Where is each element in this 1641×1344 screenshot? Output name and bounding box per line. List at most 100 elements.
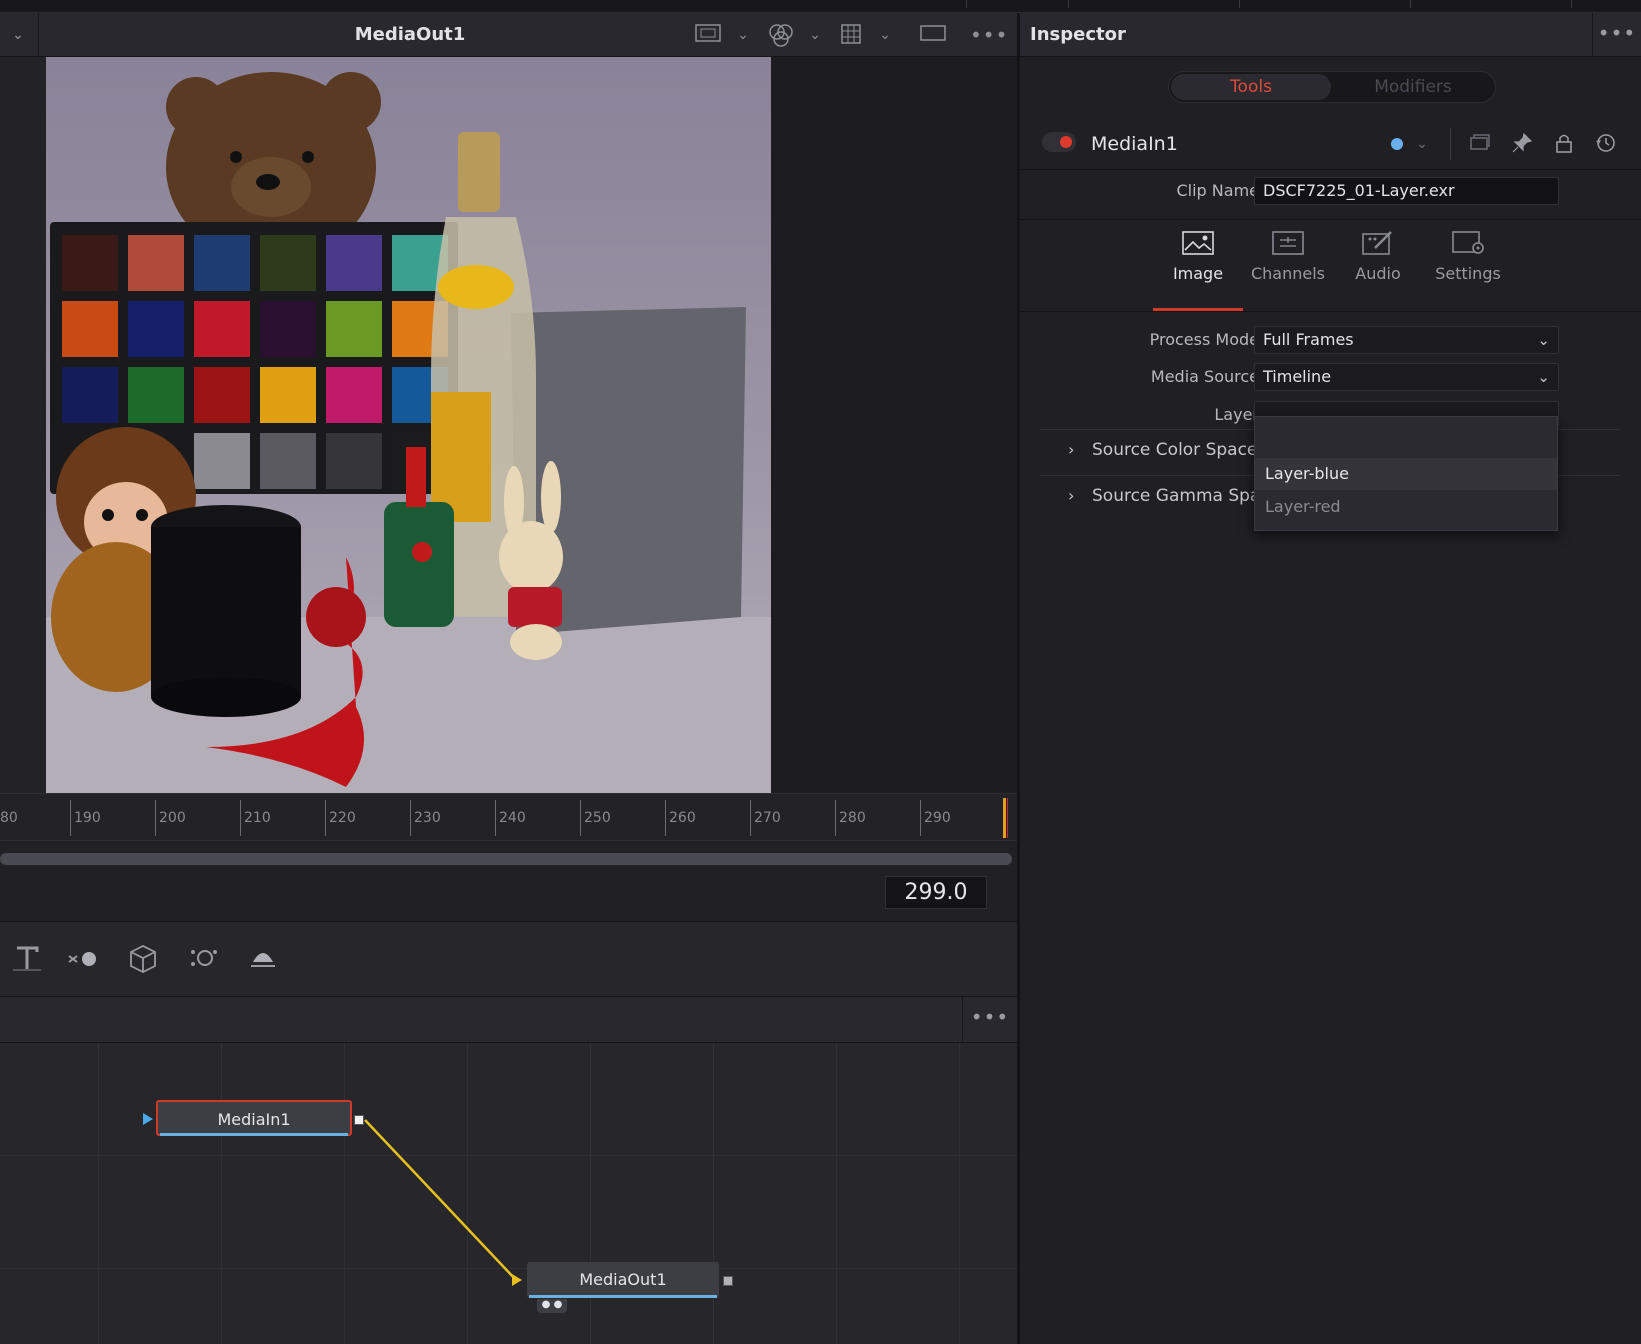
tools-modifiers-switch: Tools Modifiers <box>1168 71 1496 103</box>
top-strip <box>0 0 1641 13</box>
node-view-indicator[interactable]: ● ● <box>537 1299 567 1313</box>
chevron-down-icon: ⌄ <box>1537 368 1550 386</box>
node-output-port[interactable] <box>354 1115 364 1125</box>
media-source-label: Media Source <box>1150 367 1259 386</box>
lock-icon[interactable] <box>1551 132 1577 156</box>
viewer-header: ⌄ MediaOut1 ⌄ ⌄ ⌄ ••• <box>0 13 1017 57</box>
lut-icon[interactable] <box>694 23 722 47</box>
timecode-field[interactable]: 299.0 <box>885 876 987 909</box>
tool-bar <box>0 921 1017 997</box>
inspector-panel: Inspector ••• Tools Modifiers MediaIn1 ⌄ <box>1020 13 1641 1344</box>
ruler-label: 80 <box>0 810 18 826</box>
strip-tick <box>1571 0 1572 8</box>
strip-tick <box>1068 0 1069 8</box>
versions-icon[interactable] <box>1467 132 1493 156</box>
node-status-line <box>160 1133 348 1136</box>
process-mode-dropdown[interactable]: Full Frames ⌄ <box>1254 326 1559 354</box>
section-title: Source Gamma Space <box>1092 486 1281 506</box>
active-tab-indicator <box>1153 308 1243 311</box>
viewer[interactable] <box>0 57 1017 793</box>
scrub-bar[interactable] <box>0 853 1012 865</box>
ruler-label: 230 <box>414 810 441 826</box>
section-title: Source Color Space <box>1092 440 1258 460</box>
node-mediaout1[interactable]: MediaOut1 <box>527 1262 719 1298</box>
tab-tools[interactable]: Tools <box>1171 74 1331 100</box>
playhead-end-marker <box>1007 798 1008 838</box>
tool-enable-toggle[interactable] <box>1042 132 1076 152</box>
chevron-down-icon: ⌄ <box>1537 331 1550 349</box>
node-link <box>364 1119 517 1281</box>
divider <box>1450 128 1451 160</box>
ruler-label: 270 <box>754 810 781 826</box>
chevron-down-icon[interactable]: ⌄ <box>1409 132 1435 156</box>
strip-tick <box>1239 0 1240 8</box>
more-options-icon[interactable]: ••• <box>970 23 1007 47</box>
layer-label: Layer <box>1214 405 1259 424</box>
timeline-ruler[interactable]: 80 190 200 210 220 230 240 250 260 270 2… <box>0 793 1017 841</box>
ruler-label: 200 <box>159 810 186 826</box>
color-tag-icon[interactable] <box>1391 138 1403 150</box>
reset-icon[interactable] <box>1593 132 1619 156</box>
strip-tick <box>966 0 967 8</box>
node-status-line <box>529 1295 717 1298</box>
light-tool-icon[interactable] <box>242 940 284 980</box>
node-mediain1[interactable]: MediaIn1 <box>156 1100 352 1136</box>
process-mode-label: Process Mode <box>1149 330 1259 349</box>
chevron-right-icon: › <box>1068 440 1075 459</box>
pin-icon[interactable] <box>1509 132 1535 156</box>
tab-label: Audio <box>1355 264 1401 283</box>
frame-icon[interactable] <box>918 23 948 47</box>
ruler-label: 210 <box>244 810 271 826</box>
divider <box>38 13 39 57</box>
merge-tool-icon[interactable] <box>62 940 104 980</box>
tool-header-row: MediaIn1 ⌄ <box>1020 118 1641 170</box>
ruler-label: 290 <box>924 810 951 826</box>
media-source-dropdown[interactable]: Timeline ⌄ <box>1254 363 1559 391</box>
tab-modifiers[interactable]: Modifiers <box>1333 74 1493 100</box>
clip-name-field[interactable]: DSCF7225_01-Layer.exr <box>1254 177 1559 205</box>
tab-settings[interactable]: Settings <box>1423 230 1513 304</box>
ruler-label: 240 <box>499 810 526 826</box>
inspector-header: Inspector ••• <box>1020 13 1641 57</box>
node-input-port[interactable] <box>143 1113 153 1125</box>
3d-shape-tool-icon[interactable] <box>122 940 164 980</box>
viewer-title: MediaOut1 <box>354 24 466 45</box>
node-editor[interactable]: MediaIn1 MediaOut1 ● ● <box>0 1043 1017 1344</box>
media-source-value: Timeline <box>1263 367 1332 386</box>
chevron-down-icon[interactable]: ⌄ <box>805 23 825 47</box>
tab-image[interactable]: Image <box>1153 230 1243 304</box>
audio-icon <box>1362 231 1392 255</box>
tab-label: Image <box>1172 264 1224 283</box>
chevron-down-icon[interactable]: ⌄ <box>733 23 753 47</box>
ruler-label: 260 <box>669 810 696 826</box>
chevron-down-icon[interactable]: ⌄ <box>6 25 30 45</box>
grid-icon[interactable] <box>838 23 864 47</box>
more-options-icon[interactable]: ••• <box>962 997 1017 1043</box>
chevron-down-icon[interactable]: ⌄ <box>875 23 895 47</box>
inspector-tabs: Image Channels Audio Settings <box>1020 219 1641 312</box>
tool-name: MediaIn1 <box>1091 133 1178 155</box>
ruler-label: 190 <box>74 810 101 826</box>
dropdown-option-empty[interactable] <box>1255 417 1557 449</box>
settings-icon <box>1452 231 1484 254</box>
dropdown-option-layer-red[interactable]: Layer-red <box>1255 491 1557 523</box>
ruler-label: 280 <box>839 810 866 826</box>
viewer-image[interactable] <box>46 57 771 793</box>
playhead[interactable] <box>1003 798 1006 838</box>
ruler-label: 220 <box>329 810 356 826</box>
more-options-icon[interactable]: ••• <box>1592 13 1641 57</box>
node-input-port[interactable] <box>512 1274 522 1286</box>
node-editor-header: ••• <box>0 997 1017 1043</box>
strip-tick <box>1410 0 1411 8</box>
tab-channels[interactable]: Channels <box>1243 230 1333 304</box>
color-channels-icon[interactable] <box>766 23 796 47</box>
process-mode-value: Full Frames <box>1263 330 1354 349</box>
tab-label: Channels <box>1250 264 1326 283</box>
text-tool-icon[interactable] <box>6 940 48 980</box>
tab-audio[interactable]: Audio <box>1333 230 1423 304</box>
particle-tool-icon[interactable] <box>182 940 224 980</box>
node-output-port[interactable] <box>723 1276 733 1286</box>
dropdown-option-layer-blue[interactable]: Layer-blue <box>1255 458 1557 490</box>
image-icon <box>1182 231 1214 255</box>
layer-dropdown-list: Layer-blue Layer-red <box>1254 416 1558 531</box>
